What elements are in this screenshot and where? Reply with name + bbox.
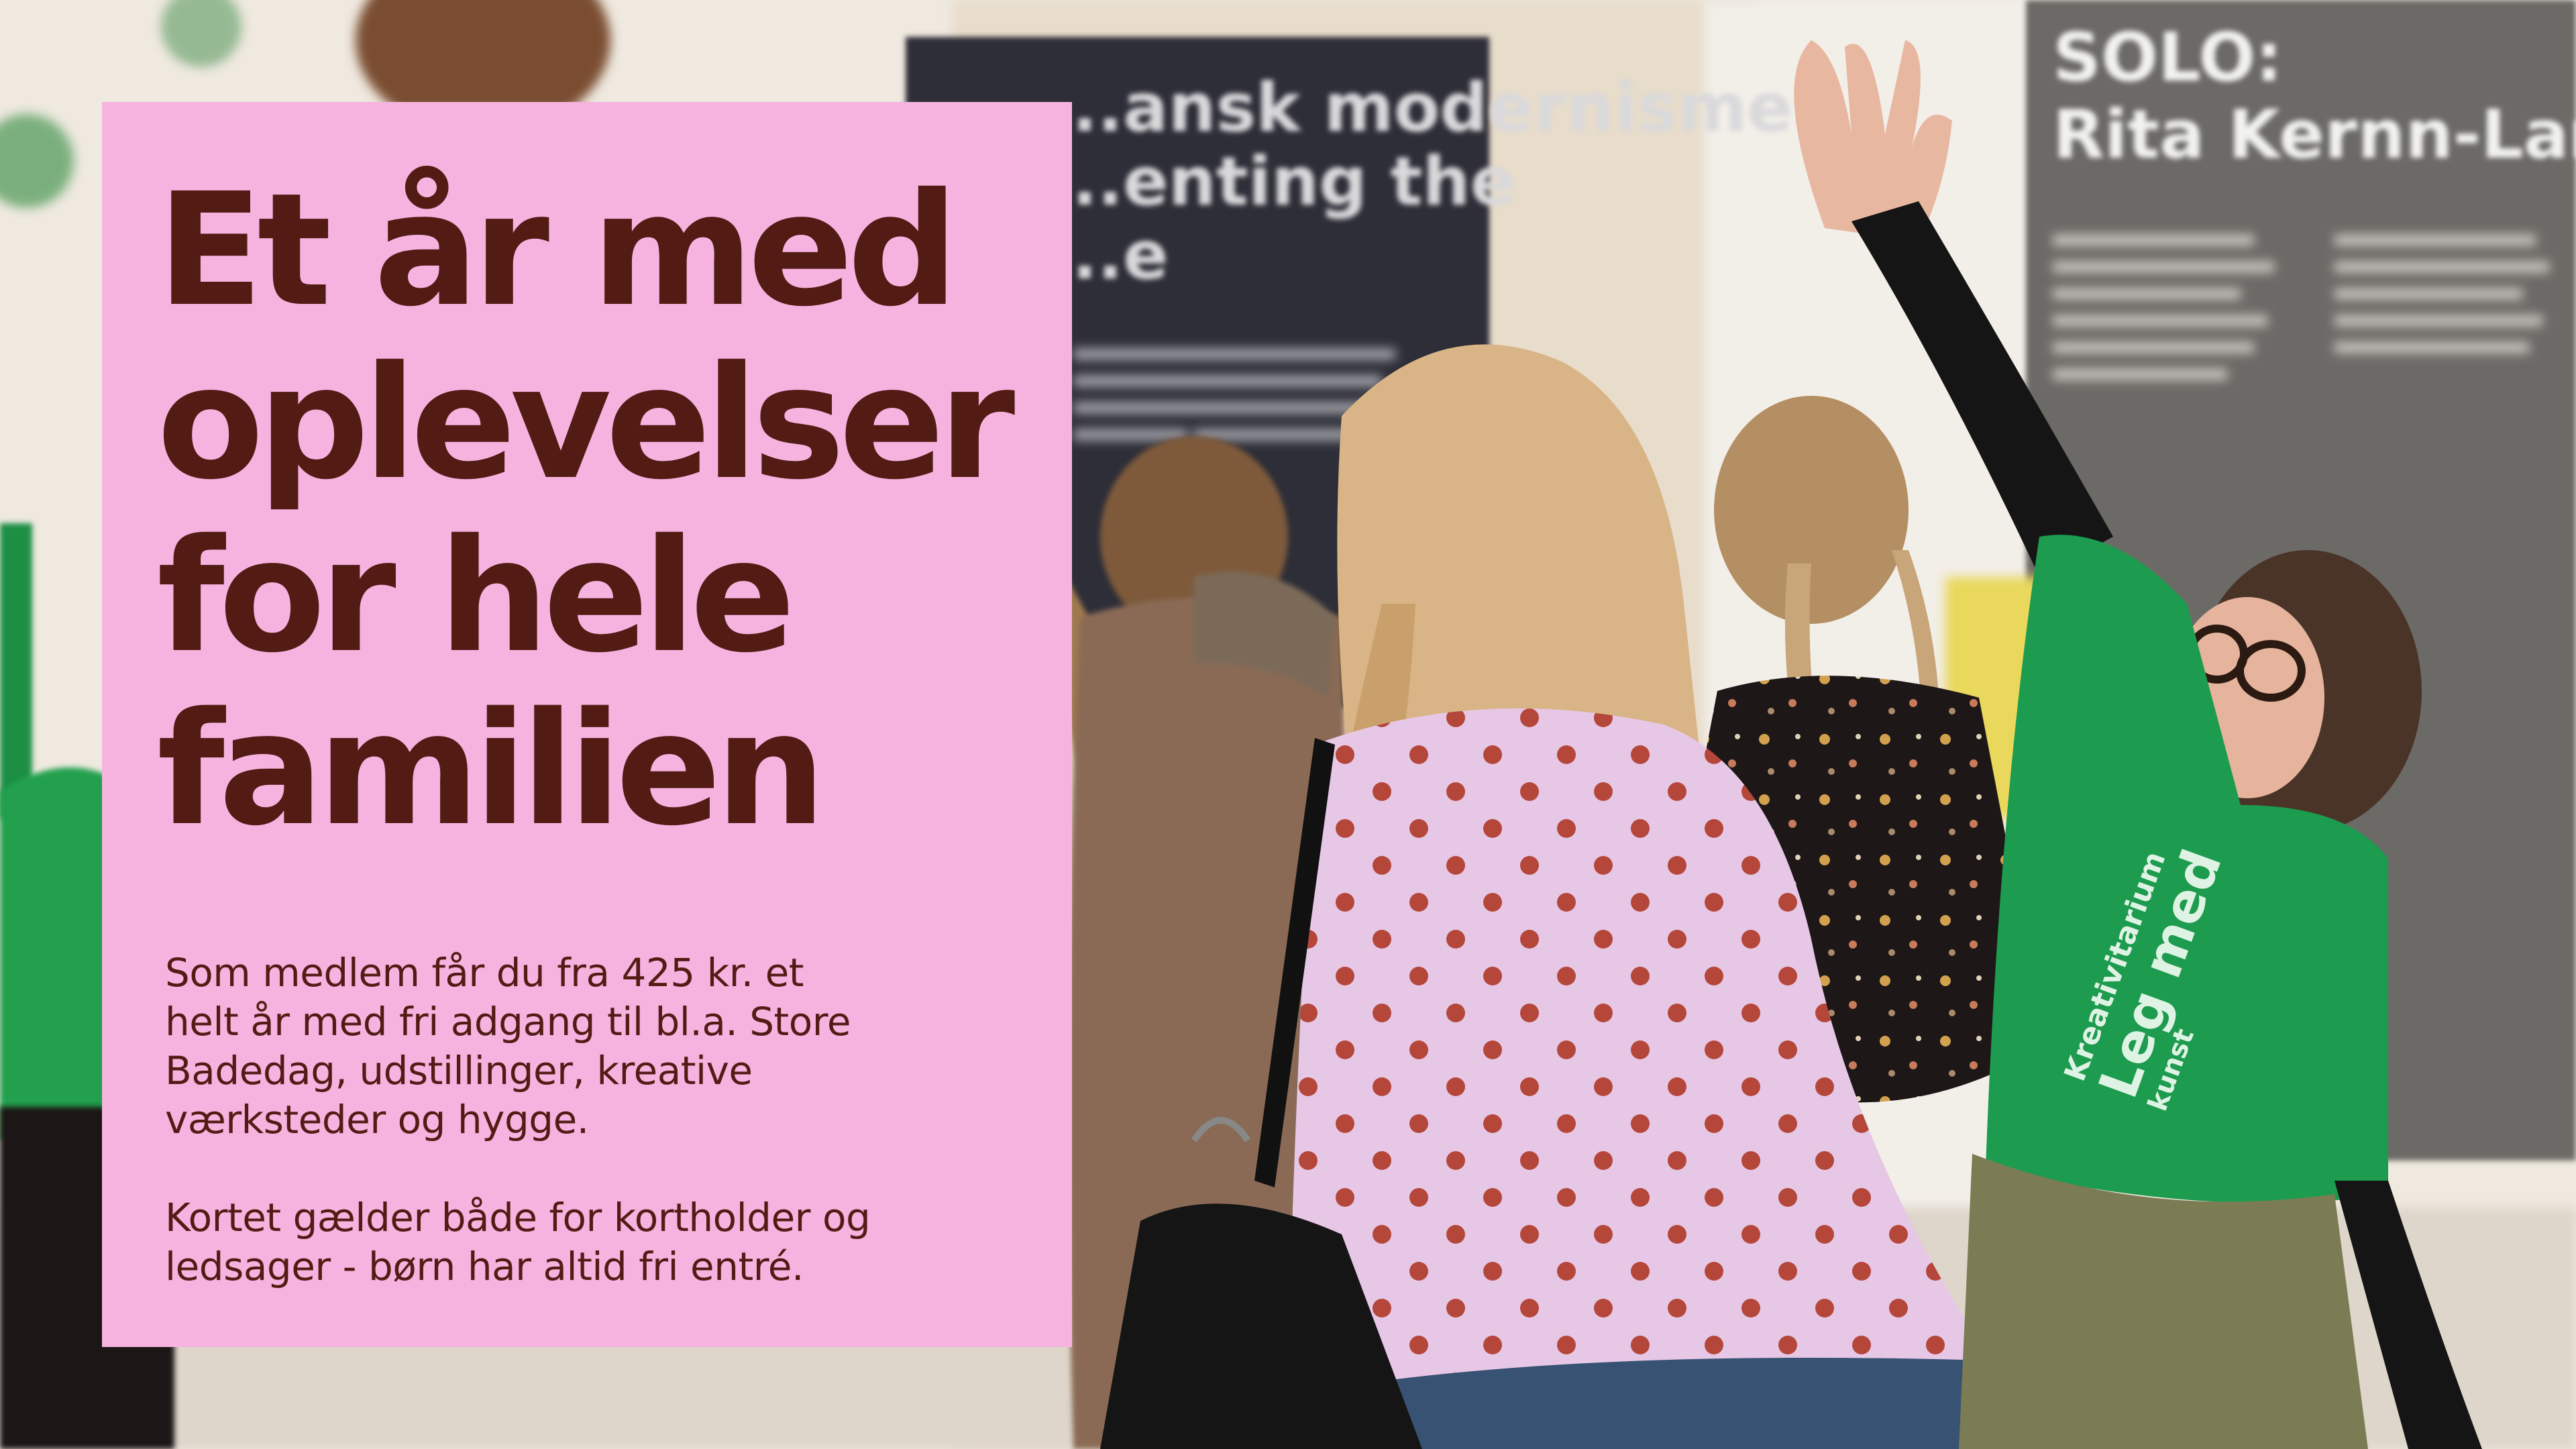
sign-left-line-2: ...enting the [1046,142,1515,221]
headline-line-3: for hele [157,506,796,687]
sign-right-line-2: Rita Kernn-Larsen [2053,95,2576,174]
card-validity-paragraph: Kortet gælder både for kortholder og led… [165,1193,1037,1291]
body-copy: Som medlem får du fra 425 kr. et helt år… [165,949,1037,1291]
headline-line-2: oplevelser [157,333,1015,514]
sign-right-line-1: SOLO: [2053,18,2282,97]
membership-promo-banner: ...ansk modernisme ...enting the ...e SO… [0,0,2576,1449]
paragraph-1-line-4: værksteder og hygge. [165,1097,589,1142]
promo-panel: Et år med oplevelser for hele familien S… [102,102,1072,1347]
paragraph-1-line-1: Som medlem får du fra 425 kr. et [165,950,804,996]
paragraph-2-line-2: ledsager - børn har altid fri entré. [165,1244,804,1289]
paragraph-1-line-2: helt år med fri adgang til bl.a. Store [165,999,851,1044]
sign-left-line-1: ...ansk modernisme [1046,68,1792,147]
membership-paragraph: Som medlem får du fra 425 kr. et helt år… [165,949,1037,1144]
paragraph-1-line-3: Badedag, udstillinger, kreative [165,1048,753,1093]
paragraph-2-line-1: Kortet gælder både for kortholder og [165,1195,871,1240]
headline-line-1: Et år med [157,160,959,341]
headline: Et år med oplevelser for hele familien [157,164,1042,856]
headline-line-4: familien [157,679,826,860]
